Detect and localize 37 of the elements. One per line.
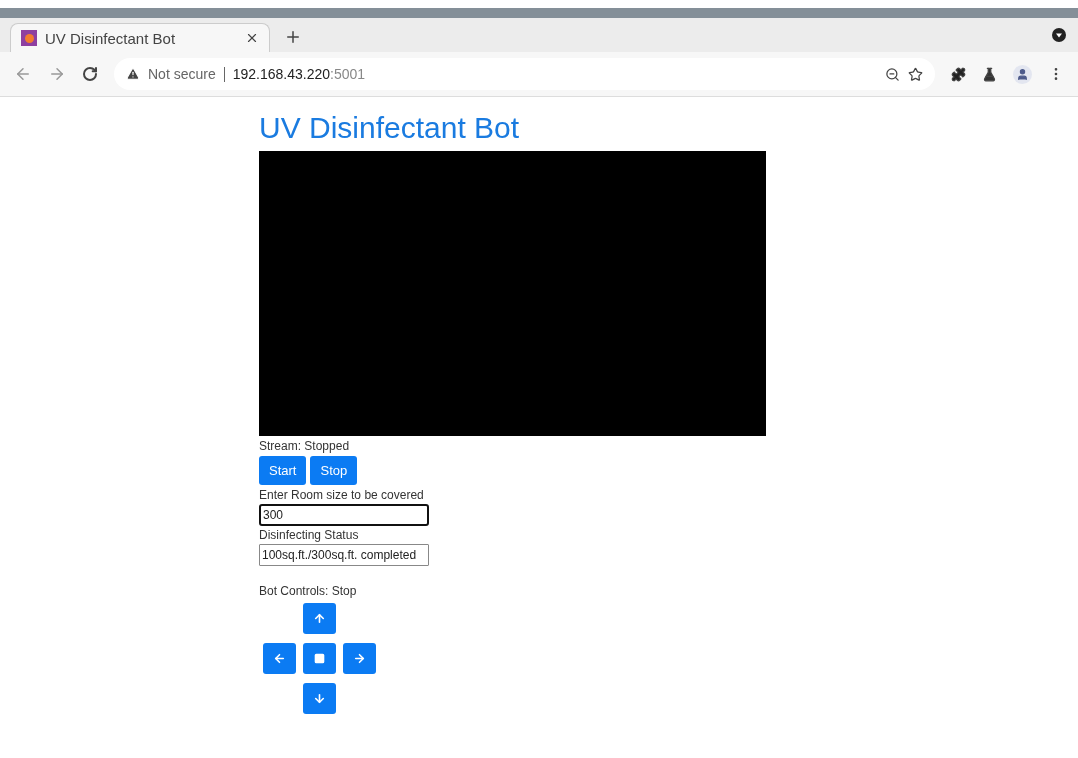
room-size-field[interactable]: 300 bbox=[259, 504, 429, 526]
security-label: Not secure bbox=[148, 66, 216, 82]
down-arrow-button[interactable] bbox=[303, 683, 336, 714]
url-text: 192.168.43.220:5001 bbox=[232, 66, 367, 82]
stream-status: Stream: Stopped bbox=[259, 438, 351, 454]
arrow-up-icon bbox=[313, 612, 326, 625]
up-arrow-button[interactable] bbox=[303, 603, 336, 634]
field-label: Enter Room size to be covered bbox=[259, 487, 425, 503]
arrow-left-icon bbox=[273, 652, 286, 665]
new-tab-icon[interactable] bbox=[284, 28, 302, 46]
stop-button[interactable] bbox=[303, 643, 336, 674]
favicon-icon bbox=[21, 30, 37, 46]
back-icon[interactable] bbox=[14, 65, 32, 83]
flask-icon[interactable] bbox=[982, 66, 997, 82]
arrow-down-icon bbox=[313, 692, 326, 705]
browser-tab[interactable]: UV Disinfectant Bot bbox=[10, 23, 270, 52]
tab-title: UV Disinfectant Bot bbox=[45, 29, 177, 47]
stop-button[interactable]: Stop bbox=[310, 456, 358, 485]
bot-controls-status: Bot Controls: Stop bbox=[259, 583, 358, 599]
start-button[interactable]: Start bbox=[259, 456, 307, 485]
status-field[interactable]: 100sq.ft./300sq.ft. completed bbox=[259, 544, 429, 566]
arrow-right-icon bbox=[353, 652, 366, 665]
right-arrow-button[interactable] bbox=[343, 643, 376, 674]
caret-icon[interactable] bbox=[1052, 28, 1066, 42]
field-label: Disinfecting Status bbox=[259, 527, 360, 543]
page-heading: UV Disinfectant Bot bbox=[259, 111, 521, 145]
zoom-out-icon[interactable] bbox=[885, 66, 900, 82]
square-icon bbox=[314, 653, 325, 664]
forward-icon[interactable] bbox=[48, 65, 66, 83]
left-arrow-button[interactable] bbox=[263, 643, 296, 674]
puzzle-icon[interactable] bbox=[951, 66, 966, 82]
profile-icon[interactable] bbox=[1013, 64, 1032, 84]
reload-icon[interactable] bbox=[82, 66, 98, 82]
address-bar[interactable]: Not secure 192.168.43.220:5001 bbox=[114, 58, 935, 90]
warning-icon bbox=[126, 67, 140, 81]
close-icon[interactable] bbox=[245, 31, 259, 45]
star-icon[interactable] bbox=[908, 66, 923, 82]
